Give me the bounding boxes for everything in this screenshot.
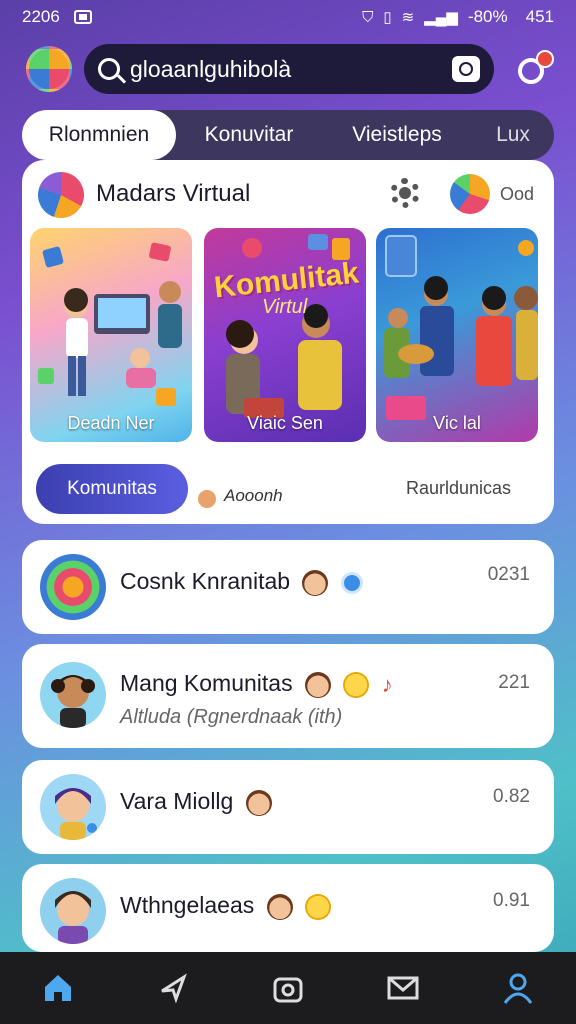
status-time: 2206: [22, 7, 60, 26]
community-avatar[interactable]: [38, 172, 84, 218]
chat-name-row: Cosnk Knranitab: [120, 568, 363, 596]
mini-avatar: [196, 488, 218, 510]
thumbnail-card[interactable]: Deadn Ner: [30, 228, 192, 442]
mail-icon: [387, 976, 419, 1000]
face-emoji-icon: [266, 893, 293, 920]
komunitas-button[interactable]: Komunitas: [36, 464, 188, 514]
chat-name: Vara Miollg: [120, 788, 234, 814]
verified-icon: [340, 571, 363, 594]
nav-profile[interactable]: [488, 958, 548, 1018]
tab-konuvitar[interactable]: Konuvitar: [176, 110, 322, 160]
chat-time: 0.91: [493, 890, 530, 911]
list-item[interactable]: Wthngelaeas 0.91: [22, 864, 554, 952]
battery-text: -80%: [467, 7, 508, 26]
list-item[interactable]: Mang Komunitas ♪ Altluda (Rgnerdnaak (it…: [22, 644, 554, 748]
nav-home[interactable]: [28, 958, 88, 1018]
featured-title: Madars Virtual: [96, 180, 251, 207]
thumbnail-card[interactable]: Komulitak Virtul Viaic Sen: [204, 228, 366, 442]
smiley-emoji-icon: [343, 671, 370, 698]
smiley-emoji-icon: [305, 893, 332, 920]
vibrate-icon: ▯: [383, 9, 392, 26]
thumbnail-card[interactable]: Vic lal: [376, 228, 538, 442]
tab-rlonmnien[interactable]: Rlonmnien: [22, 110, 176, 160]
profile-icon: [504, 973, 533, 1004]
featured-count: Ood: [500, 184, 535, 204]
chat-preview: Altluda (Rgnerdnaak (ith): [120, 706, 343, 728]
home-icon: [44, 975, 71, 1001]
wifi-icon: ≋: [401, 9, 415, 26]
music-note-icon: ♪: [381, 671, 393, 697]
chat-name: Mang Komunitas: [120, 670, 293, 696]
nav-bag[interactable]: [258, 958, 318, 1018]
shield-icon: ⛉: [362, 8, 374, 26]
chat-time: 0231: [487, 564, 530, 585]
thumbnail-subline: Virtul: [262, 296, 308, 318]
app-header: gloaanlguhibolà: [0, 42, 576, 98]
face-emoji-icon: [302, 569, 329, 596]
tab-vieistleps[interactable]: Vieistleps: [322, 110, 472, 160]
tab-bar: Rlonmnien Konuvitar Vieistleps Lux: [22, 110, 554, 160]
tab-lux[interactable]: Lux: [472, 110, 554, 160]
avatar: [40, 878, 106, 944]
notification-badge: [536, 50, 554, 68]
app-logo-icon[interactable]: [26, 46, 72, 92]
thumbnail-label: Deadn Ner: [67, 413, 155, 433]
gear-icon[interactable]: [390, 178, 420, 208]
featured-card: Madars Virtual Ood Deadn Ner Komulitak V…: [22, 160, 554, 524]
signal-icon: ▂▄▆: [424, 9, 458, 26]
explore-icon: [160, 973, 187, 1004]
thumbnail-label: Viaic Sen: [247, 413, 323, 433]
status-bar: 2206 ⛉ ▯ ≋ ▂▄▆ -80% 451: [0, 0, 576, 34]
nav-explore[interactable]: [143, 958, 203, 1018]
face-emoji-icon: [245, 789, 272, 816]
chat-name-row: Mang Komunitas ♪: [120, 670, 393, 698]
bottom-nav: [0, 952, 576, 1024]
search-bar[interactable]: gloaanlguhibolà: [84, 44, 494, 94]
thumbnail-label: Vic lal: [433, 413, 481, 433]
camera-icon[interactable]: [452, 56, 480, 82]
chat-name-row: Wthngelaeas: [120, 892, 332, 920]
chat-name-row: Vara Miollg: [120, 788, 272, 816]
thumbnail-illustration: [38, 242, 182, 406]
notification-icon: [73, 10, 92, 24]
bag-icon: [273, 977, 303, 1003]
brand-logo-icon[interactable]: [450, 174, 490, 214]
status-clock: 451: [525, 7, 554, 26]
view-more-link[interactable]: Raurldunicas: [406, 478, 511, 499]
search-input[interactable]: gloaanlguhibolà: [130, 56, 452, 83]
thumbnail-illustration: [384, 235, 538, 420]
avatar: [40, 554, 106, 620]
chat-name: Cosnk Knranitab: [120, 568, 291, 594]
chat-name: Wthngelaeas: [120, 892, 255, 918]
mini-text: Aooonh: [224, 486, 283, 505]
chat-time: 0.82: [493, 786, 530, 807]
nav-messages[interactable]: [373, 958, 433, 1018]
list-item[interactable]: Cosnk Knranitab 0231: [22, 540, 554, 634]
chat-time: 221: [498, 672, 530, 693]
search-icon: [98, 58, 120, 80]
avatar: [40, 774, 106, 840]
avatar: [40, 662, 106, 728]
list-item[interactable]: Vara Miollg 0.82: [22, 760, 554, 854]
notification-button[interactable]: [514, 48, 554, 88]
face-emoji-icon: [304, 671, 331, 698]
